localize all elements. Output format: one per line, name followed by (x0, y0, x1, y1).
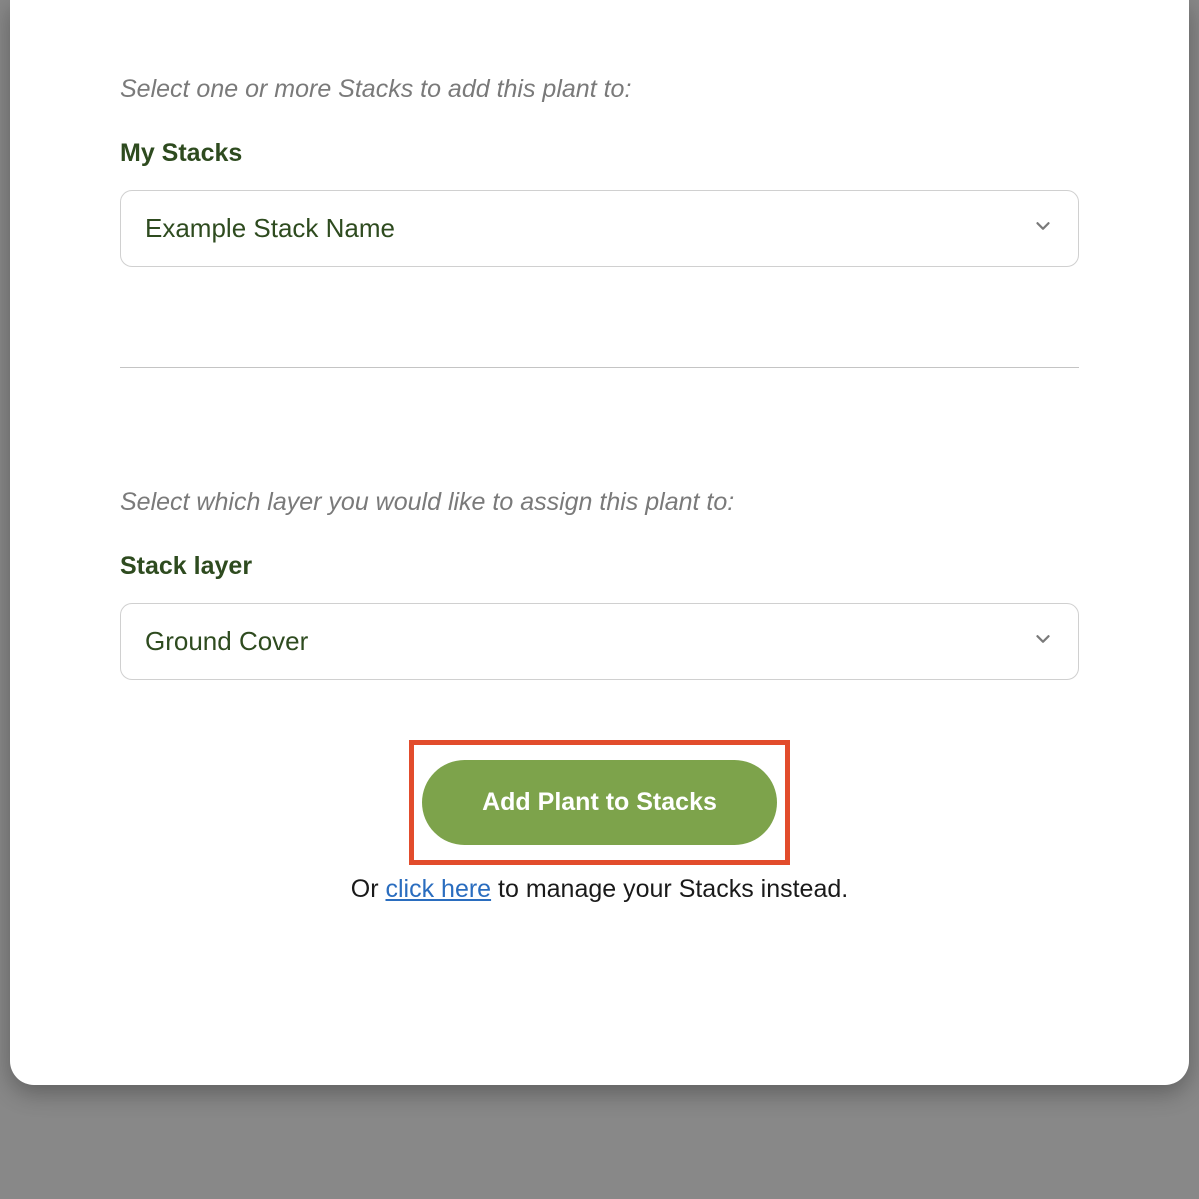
stack-layer-value: Ground Cover (145, 626, 308, 657)
add-plant-modal: Select one or more Stacks to add this pl… (10, 0, 1189, 1085)
secondary-suffix: to manage your Stacks instead. (491, 875, 848, 903)
my-stacks-value: Example Stack Name (145, 213, 395, 244)
my-stacks-label: My Stacks (120, 139, 1079, 168)
section-divider (120, 367, 1079, 368)
stack-layer-label: Stack layer (120, 552, 1079, 581)
secondary-prefix: Or (351, 875, 386, 903)
layer-instruction: Select which layer you would like to ass… (120, 488, 1079, 517)
add-plant-button[interactable]: Add Plant to Stacks (422, 760, 777, 845)
highlight-box: Add Plant to Stacks (409, 740, 790, 865)
stack-layer-dropdown[interactable]: Ground Cover (120, 603, 1079, 680)
action-area: Add Plant to Stacks Or click here to man… (120, 740, 1079, 904)
chevron-down-icon (1032, 215, 1054, 242)
my-stacks-dropdown[interactable]: Example Stack Name (120, 190, 1079, 267)
manage-stacks-text: Or click here to manage your Stacks inst… (120, 875, 1079, 904)
chevron-down-icon (1032, 628, 1054, 655)
stacks-instruction: Select one or more Stacks to add this pl… (120, 75, 1079, 104)
manage-stacks-link[interactable]: click here (385, 875, 491, 903)
